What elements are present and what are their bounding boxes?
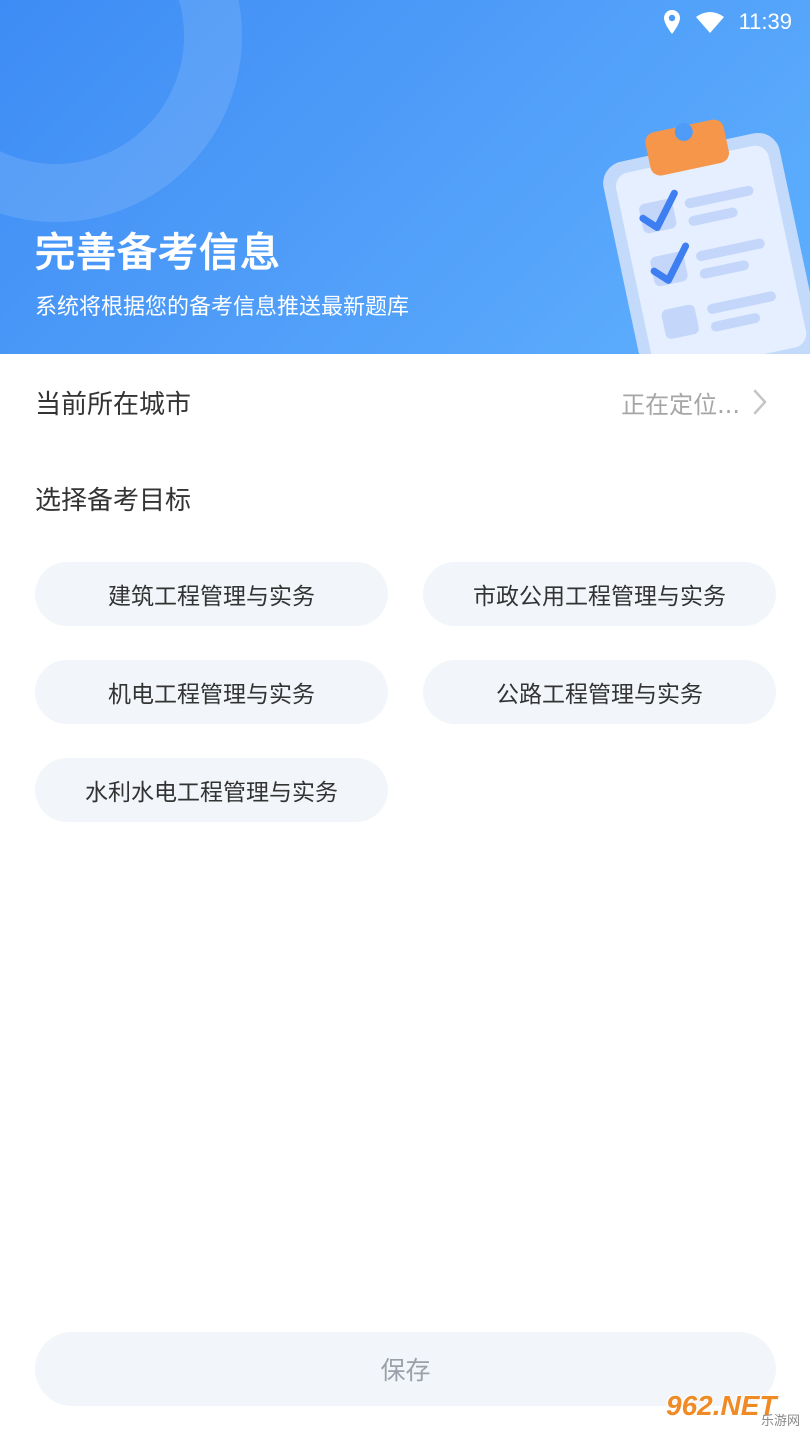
- status-bar: 11:39: [0, 0, 810, 44]
- goal-options: 建筑工程管理与实务 市政公用工程管理与实务 机电工程管理与实务 公路工程管理与实…: [35, 562, 777, 822]
- watermark-logo: 962.NET 乐游网: [666, 1390, 804, 1434]
- watermark-main: 962.NET: [666, 1390, 777, 1421]
- city-value: 正在定位...: [621, 390, 740, 419]
- city-value-group[interactable]: 正在定位...: [621, 385, 768, 420]
- chevron-right-icon: [753, 389, 767, 415]
- header-banner: 11:39 完善备考信息 系统将根据您的备考信息推送最新题库: [0, 0, 810, 354]
- clipboard-checklist-icon: [603, 119, 810, 354]
- goal-option-gonglu[interactable]: 公路工程管理与实务: [423, 660, 776, 724]
- city-selector-row[interactable]: 当前所在城市 正在定位...: [0, 354, 810, 450]
- wifi-icon: [695, 10, 725, 34]
- save-button[interactable]: 保存: [35, 1332, 776, 1406]
- goal-option-jidian[interactable]: 机电工程管理与实务: [35, 660, 388, 724]
- location-pin-icon: [663, 9, 681, 35]
- goal-section-title: 选择备考目标: [35, 486, 192, 516]
- goal-option-shuili[interactable]: 水利水电工程管理与实务: [35, 758, 388, 822]
- status-time: 11:39: [738, 9, 792, 34]
- page-subtitle: 系统将根据您的备考信息推送最新题库: [35, 295, 410, 320]
- goal-option-jianzhu[interactable]: 建筑工程管理与实务: [35, 562, 388, 626]
- goal-option-shizheng[interactable]: 市政公用工程管理与实务: [423, 562, 776, 626]
- city-label: 当前所在城市: [35, 389, 192, 420]
- page-title: 完善备考信息: [35, 230, 281, 276]
- watermark-sub: 乐游网: [760, 1414, 800, 1429]
